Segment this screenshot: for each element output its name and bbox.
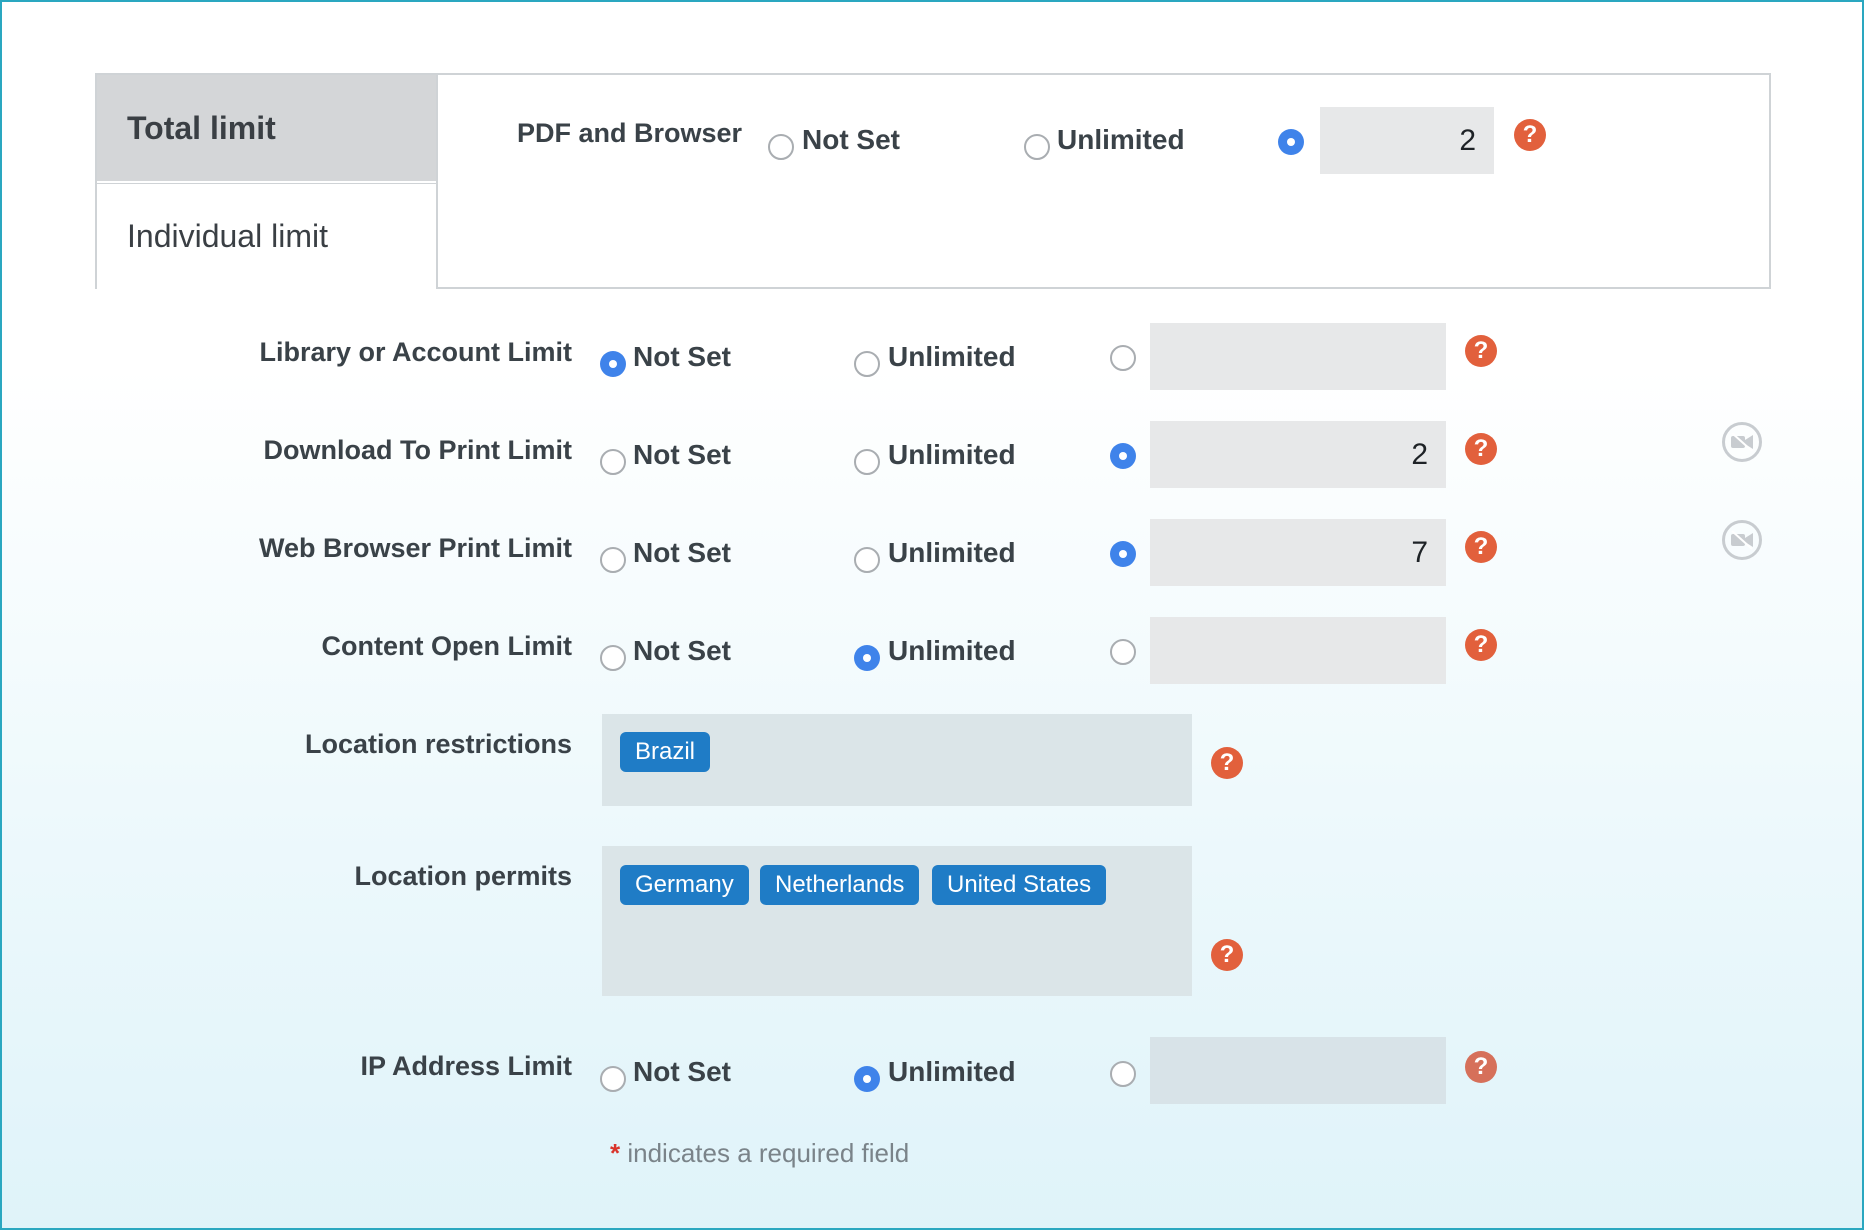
tab-divider: [436, 75, 438, 287]
limit-panel: Total limit Individual limit: [95, 73, 1771, 289]
content-open-notset-radio[interactable]: [600, 645, 626, 671]
tab-total-limit[interactable]: Total limit: [97, 75, 436, 181]
download-print-notset-label: Not Set: [633, 439, 731, 470]
ip-address-unlimited-radio[interactable]: [854, 1066, 880, 1092]
question-circle-icon[interactable]: ?: [1514, 119, 1546, 151]
web-browser-notset-radio[interactable]: [600, 547, 626, 573]
web-browser-notset-label: Not Set: [633, 537, 731, 568]
web-browser-unlimited-radio[interactable]: [854, 547, 880, 573]
required-asterisk: *: [610, 1138, 621, 1168]
question-circle-icon[interactable]: ?: [1465, 335, 1497, 367]
question-circle-icon[interactable]: ?: [1465, 629, 1497, 661]
tab-label: Total limit: [127, 109, 276, 146]
ip-address-notset-radio[interactable]: [600, 1066, 626, 1092]
download-print-notset-radio[interactable]: [600, 449, 626, 475]
content-open-unlimited-label: Unlimited: [888, 635, 1016, 666]
tab-label: Individual limit: [127, 218, 328, 254]
ip-address-custom-radio[interactable]: [1110, 1061, 1136, 1087]
content-open-notset-label: Not Set: [633, 635, 731, 666]
location-restrictions-label: Location restrictions: [304, 729, 572, 759]
question-circle-icon[interactable]: ?: [1465, 1051, 1497, 1083]
download-print-value-input[interactable]: 2: [1150, 421, 1446, 488]
pdf-browser-unlimited-label: Unlimited: [1057, 124, 1185, 155]
library-account-unlimited-radio[interactable]: [854, 351, 880, 377]
location-restrictions-field[interactable]: Brazil: [602, 714, 1192, 806]
library-account-limit-label: Library or Account Limit: [259, 337, 572, 367]
content-open-custom-radio[interactable]: [1110, 639, 1136, 665]
web-browser-custom-radio[interactable]: [1110, 541, 1136, 567]
location-permits-field[interactable]: Germany Netherlands United States: [602, 846, 1192, 996]
question-circle-icon[interactable]: ?: [1465, 433, 1497, 465]
ip-address-value-input[interactable]: [1150, 1037, 1446, 1104]
content-open-unlimited-radio[interactable]: [854, 645, 880, 671]
required-note-text: indicates a required field: [627, 1138, 910, 1168]
web-browser-print-limit-label: Web Browser Print Limit: [258, 533, 572, 563]
tag-brazil[interactable]: Brazil: [620, 732, 711, 772]
web-browser-value-input[interactable]: 7: [1150, 519, 1446, 586]
pdf-browser-notset-label: Not Set: [802, 124, 900, 155]
question-circle-icon[interactable]: ?: [1211, 939, 1243, 971]
question-circle-icon[interactable]: ?: [1465, 531, 1497, 563]
download-print-unlimited-radio[interactable]: [854, 449, 880, 475]
library-account-value-input[interactable]: [1150, 323, 1446, 390]
content-open-value-input[interactable]: [1150, 617, 1446, 684]
pdf-browser-notset-radio[interactable]: [768, 134, 794, 160]
download-print-custom-radio[interactable]: [1110, 443, 1136, 469]
required-field-note: * indicates a required field: [610, 1138, 909, 1169]
pdf-browser-unlimited-radio[interactable]: [1024, 134, 1050, 160]
tab-individual-limit[interactable]: Individual limit: [97, 183, 436, 289]
web-browser-unlimited-label: Unlimited: [888, 537, 1016, 568]
download-print-limit-label: Download To Print Limit: [263, 435, 572, 465]
pdf-browser-custom-radio[interactable]: [1278, 129, 1304, 155]
ip-address-limit-label: IP Address Limit: [360, 1051, 572, 1081]
download-print-unlimited-label: Unlimited: [888, 439, 1016, 470]
tag-united-states[interactable]: United States: [932, 865, 1107, 905]
pdf-browser-label: PDF and Browser: [516, 118, 742, 148]
library-account-notset-label: Not Set: [633, 341, 731, 372]
video-off-icon[interactable]: [1722, 422, 1762, 462]
ip-address-notset-label: Not Set: [633, 1056, 731, 1087]
library-account-custom-radio[interactable]: [1110, 345, 1136, 371]
pdf-browser-value-input[interactable]: 2: [1320, 107, 1494, 174]
question-circle-icon[interactable]: ?: [1211, 747, 1243, 779]
location-permits-label: Location permits: [354, 861, 572, 891]
tag-germany[interactable]: Germany: [620, 865, 749, 905]
tag-netherlands[interactable]: Netherlands: [760, 865, 920, 905]
library-account-notset-radio[interactable]: [600, 351, 626, 377]
library-account-unlimited-label: Unlimited: [888, 341, 1016, 372]
ip-address-unlimited-label: Unlimited: [888, 1056, 1016, 1087]
content-open-limit-label: Content Open Limit: [321, 631, 572, 661]
video-off-icon[interactable]: [1722, 520, 1762, 560]
